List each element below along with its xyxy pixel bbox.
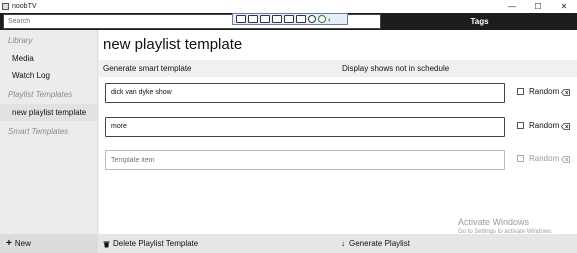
display-shows-not-in-schedule-button[interactable]: Display shows not in schedule [342, 60, 449, 77]
generate-smart-template-button[interactable]: Generate smart template [103, 60, 191, 77]
generate-playlist-button[interactable]: ↓ Generate Playlist [341, 234, 410, 253]
random-label: Random [529, 87, 560, 96]
maximize-button[interactable]: ☐ [525, 0, 551, 13]
window-icon[interactable] [272, 15, 282, 23]
window-title: noobTV [12, 3, 37, 10]
bottom-bar: + New Delete Playlist Template ↓ Generat… [0, 234, 577, 253]
backspace-delete-icon[interactable] [561, 156, 570, 163]
sidebar-item-new-playlist-template[interactable]: new playlist template [0, 104, 97, 121]
random-toggle[interactable]: Random [517, 154, 559, 163]
title-bar: noobTV — ☐ ✕ [0, 0, 577, 13]
delete-playlist-template-button[interactable]: Delete Playlist Template [103, 234, 341, 253]
random-label: Random [529, 121, 560, 130]
sidebar-item-media[interactable]: Media [0, 50, 97, 67]
page-title: new playlist template [103, 36, 243, 53]
random-checkbox[interactable] [517, 155, 524, 162]
screen-icon[interactable] [260, 15, 270, 23]
new-button[interactable]: + New [0, 234, 98, 253]
template-row: more Random [105, 117, 571, 137]
template-row: dick van dyke show Random [105, 83, 571, 103]
backspace-delete-icon[interactable] [561, 123, 570, 130]
floating-toolbar: ‹ [232, 13, 348, 25]
sidebar-item-watch-log[interactable]: Watch Log [0, 67, 97, 84]
app-icon [2, 3, 9, 10]
record-icon[interactable] [296, 15, 306, 23]
chevron-left-icon[interactable]: ‹ [328, 15, 331, 24]
arrow-down-icon: ↓ [341, 239, 345, 248]
sidebar: Library Media Watch Log Playlist Templat… [0, 30, 98, 234]
watermark-title: Activate Windows [458, 217, 530, 227]
random-checkbox[interactable] [517, 88, 524, 95]
sidebar-heading-library: Library [8, 36, 33, 45]
action-bar: Generate smart template Display shows no… [99, 60, 577, 77]
window-controls: — ☐ ✕ [499, 0, 577, 13]
template-item-input[interactable] [105, 150, 505, 170]
toolbar-icon[interactable] [236, 15, 246, 23]
info-icon[interactable] [308, 15, 316, 23]
random-toggle[interactable]: Random [517, 121, 559, 130]
close-button[interactable]: ✕ [551, 0, 577, 13]
sidebar-heading-playlist-templates: Playlist Templates [8, 90, 73, 99]
tab-tags[interactable]: Tags [382, 13, 577, 30]
activate-windows-watermark: Activate Windows Go to Settings to activ… [458, 217, 553, 235]
random-checkbox[interactable] [517, 122, 524, 129]
random-toggle[interactable]: Random [517, 87, 559, 96]
minimize-button[interactable]: — [499, 0, 525, 13]
main-panel: new playlist template Generate smart tem… [99, 30, 577, 235]
camera-icon[interactable] [248, 15, 258, 23]
plus-icon: + [6, 238, 12, 249]
sidebar-heading-smart-templates: Smart Templates [8, 127, 69, 136]
capture-icon[interactable] [284, 15, 294, 23]
random-label: Random [529, 154, 560, 163]
app-window: noobTV — ☐ ✕ Tags ‹ Library Media Watch … [0, 0, 577, 253]
delete-playlist-template-label: Delete Playlist Template [113, 239, 199, 248]
template-row-new: Random [105, 150, 571, 170]
generate-playlist-label: Generate Playlist [349, 239, 410, 248]
backspace-delete-icon[interactable] [561, 89, 570, 96]
trash-icon [103, 241, 110, 247]
template-item-input[interactable]: dick van dyke show [105, 83, 505, 103]
template-item-input[interactable]: more [105, 117, 505, 137]
check-icon[interactable] [318, 15, 326, 23]
new-button-label: New [14, 239, 31, 248]
